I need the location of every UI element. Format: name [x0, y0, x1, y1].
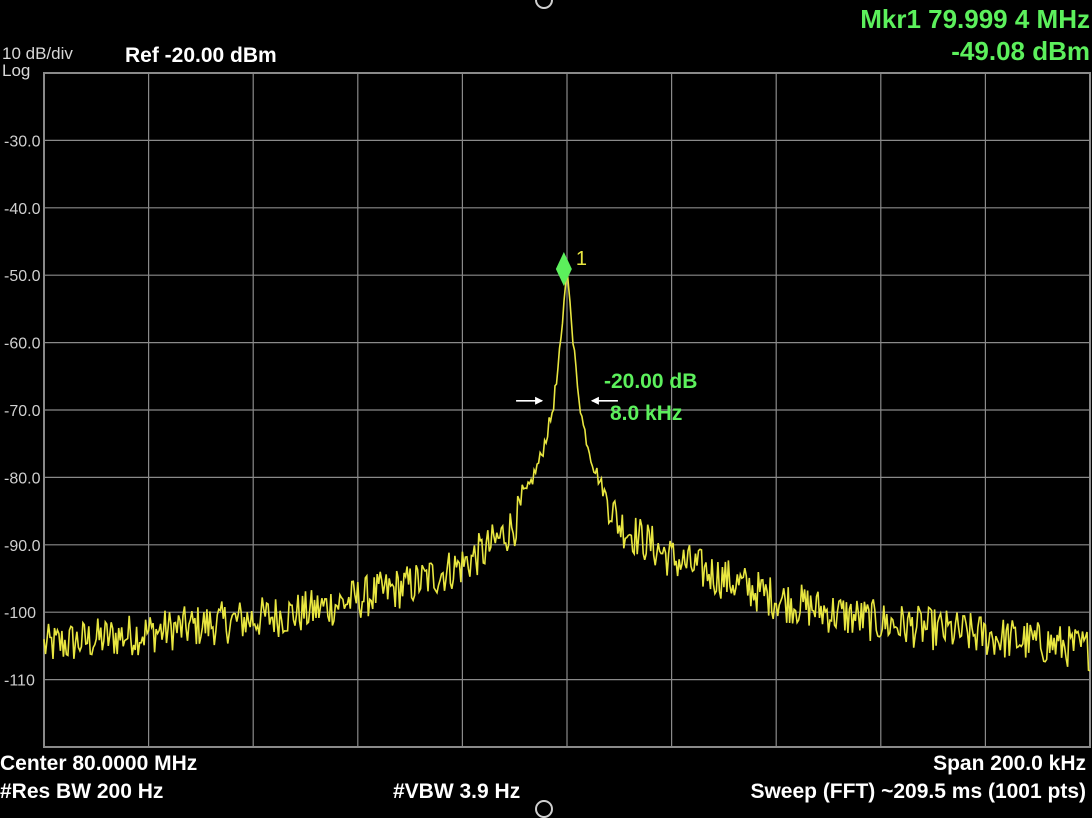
- video-bandwidth: #VBW 3.9 Hz: [393, 780, 521, 803]
- bandwidth-width-label: 8.0 kHz: [610, 402, 682, 425]
- y-tick-label: -30.0: [4, 133, 41, 150]
- y-tick-label: -80.0: [4, 470, 41, 487]
- spectrum-plot[interactable]: -30.0 -40.0 -50.0 -60.0 -70.0 -80.0 -90.0 -100 -…: [0, 0, 1092, 808]
- y-tick-label: -60.0: [4, 336, 41, 353]
- bandwidth-level-label: -20.00 dB: [604, 370, 697, 393]
- y-tick-label: -50.0: [4, 268, 41, 285]
- marker-diamond: [555, 251, 572, 286]
- sweep-readout: Sweep (FFT) ~209.5 ms (1001 pts): [750, 780, 1086, 803]
- marker-label: 1: [576, 248, 587, 270]
- y-tick-label: -110: [4, 673, 35, 690]
- span-readout: Span 200.0 kHz: [933, 752, 1086, 775]
- bandwidth-arrowhead-left: [535, 396, 544, 405]
- y-tick-label: -90.0: [4, 538, 41, 555]
- y-tick-label: -70.0: [4, 403, 41, 420]
- center-frequency: Center 80.0000 MHz: [0, 752, 198, 775]
- resolution-bandwidth: #Res BW 200 Hz: [0, 780, 164, 803]
- bandwidth-arrowhead-right: [590, 396, 599, 405]
- y-tick-label: -40.0: [4, 201, 41, 218]
- y-tick-label: -100: [4, 605, 36, 622]
